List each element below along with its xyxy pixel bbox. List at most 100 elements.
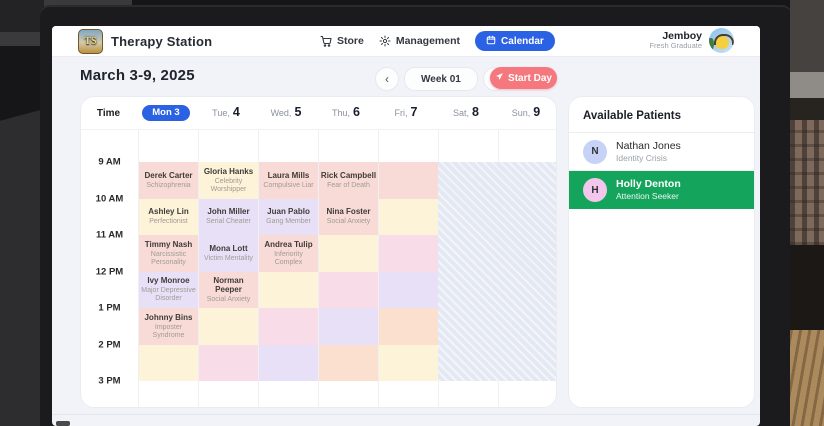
window-shadow (790, 98, 824, 120)
patient-name: Ashley Lin (148, 207, 188, 217)
day-header-mon[interactable]: Mon 3 (136, 105, 196, 121)
day-number: 9 (533, 105, 540, 119)
day-header-sat[interactable]: Sat,8 (436, 105, 496, 121)
appointment-slot[interactable]: Juan PabloGang Member (259, 199, 318, 236)
appointment-slot[interactable]: John MillerSerial Cheater (199, 199, 258, 236)
empty-slot[interactable] (379, 272, 438, 309)
patient-name: Nina Foster (326, 207, 370, 217)
active-day-pill[interactable]: Mon 3 (142, 105, 189, 121)
patient-name: Norman Peeper (200, 276, 257, 295)
patient-name: Johnny Bins (144, 313, 192, 323)
week-indicator[interactable]: Week 01 (404, 67, 478, 91)
patient-condition: Identity Crisis (616, 153, 681, 163)
day-number: 5 (294, 105, 301, 119)
empty-slot[interactable] (319, 345, 378, 382)
appointment-slot[interactable]: Ivy MonroeMajor Depressive Disorder (139, 272, 198, 309)
patient-condition: Celebrity Worshipper (200, 178, 257, 194)
nav-calendar-button[interactable]: Calendar (475, 31, 555, 51)
time-label: 2 PM (81, 339, 138, 350)
day-name: Thu, (332, 108, 350, 118)
nav-store[interactable]: Store (320, 35, 364, 47)
calendar-card: Time Mon 3Tue,4Wed,5Thu,6Fri,7Sat,8Sun,9… (80, 96, 557, 408)
calendar-icon (486, 35, 496, 48)
nav-management[interactable]: Management (379, 35, 460, 47)
available-patients-title: Available Patients (569, 97, 754, 133)
patient-name: Juan Pablo (267, 207, 310, 217)
patient-condition: Social Anxiety (207, 296, 251, 304)
empty-slot[interactable] (259, 308, 318, 345)
patient-info: Nathan JonesIdentity Crisis (616, 140, 681, 163)
user-profile[interactable]: Jemboy Fresh Graduate (649, 28, 734, 53)
brand: TS Therapy Station (78, 29, 212, 54)
patient-condition: Social Anxiety (327, 218, 371, 226)
patient-condition: Schizophrenia (146, 182, 190, 190)
appointment-slot[interactable]: Mona LottVictim Mentality (199, 235, 258, 272)
main-nav: Store Management Calenda (320, 26, 555, 56)
nav-store-label: Store (337, 35, 364, 47)
patient-avatar: H (583, 178, 607, 202)
appointment-slot[interactable]: Laura MillsCompulsive Liar (259, 162, 318, 199)
day-name: Sun, (512, 108, 531, 118)
empty-slot[interactable] (259, 272, 318, 309)
appointment-slot[interactable]: Norman PeeperSocial Anxiety (199, 272, 258, 309)
window-frame (790, 72, 824, 98)
empty-slot[interactable] (199, 308, 258, 345)
empty-slot[interactable] (259, 345, 318, 382)
appointment-slot[interactable]: Nina FosterSocial Anxiety (319, 199, 378, 236)
week-controls: ‹ Week 01 › (375, 67, 507, 91)
patient-list-item[interactable]: H Holly DentonAttention Seeker (569, 171, 754, 209)
empty-slot[interactable] (379, 345, 438, 382)
send-icon (495, 72, 504, 84)
empty-slot[interactable] (319, 308, 378, 345)
day-header-wed[interactable]: Wed,5 (256, 105, 316, 121)
user-avatar (709, 28, 734, 53)
day-number: 8 (472, 105, 479, 119)
patient-condition: Inferiority Complex (260, 251, 317, 267)
patient-name: Nathan Jones (616, 140, 681, 153)
top-bar: TS Therapy Station Store (52, 26, 760, 57)
day-number: 7 (411, 105, 418, 119)
day-name: Fri, (395, 108, 408, 118)
empty-slot[interactable] (319, 235, 378, 272)
user-role: Fresh Graduate (649, 42, 702, 51)
day-header-thu[interactable]: Thu,6 (316, 105, 376, 121)
patient-name: Rick Campbell (321, 171, 376, 181)
start-day-button[interactable]: Start Day (490, 67, 557, 89)
empty-slot[interactable] (379, 199, 438, 236)
day-name: Sat, (453, 108, 469, 118)
appointment-slot[interactable]: Andrea TulipInferiority Complex (259, 235, 318, 272)
nav-calendar-label: Calendar (501, 36, 544, 47)
day-name: Wed, (271, 108, 292, 118)
time-label: 11 AM (81, 230, 138, 241)
patient-condition: Compulsive Liar (263, 182, 313, 190)
app-logo-icon: TS (78, 29, 103, 54)
empty-slot[interactable] (379, 162, 438, 199)
empty-slot[interactable] (379, 308, 438, 345)
empty-slot[interactable] (319, 272, 378, 309)
room-wall-shadow (0, 0, 44, 32)
day-header-fri[interactable]: Fri,7 (376, 105, 436, 121)
app-title: Therapy Station (111, 34, 212, 49)
empty-slot[interactable] (199, 345, 258, 382)
patient-info: Holly DentonAttention Seeker (616, 178, 681, 201)
patient-condition: Narcissistic Personality (140, 251, 197, 267)
patient-condition: Imposter Syndrome (140, 324, 197, 340)
patient-list-item[interactable]: NNathan JonesIdentity Crisis (569, 133, 754, 171)
prev-week-button[interactable]: ‹ (375, 67, 399, 91)
empty-slot[interactable] (139, 345, 198, 382)
day-header-tue[interactable]: Tue,4 (196, 105, 256, 121)
user-info: Jemboy Fresh Graduate (649, 30, 702, 51)
appointment-slot[interactable]: Timmy NashNarcissistic Personality (139, 235, 198, 272)
patient-condition: Gang Member (266, 218, 311, 226)
patient-condition: Fear of Death (327, 182, 370, 190)
appointment-slot[interactable]: Gloria HanksCelebrity Worshipper (199, 162, 258, 199)
appointment-slot[interactable]: Derek CarterSchizophrenia (139, 162, 198, 199)
calendar-day-headers: Mon 3Tue,4Wed,5Thu,6Fri,7Sat,8Sun,9 (136, 105, 556, 121)
appointment-slot[interactable]: Johnny BinsImposter Syndrome (139, 308, 198, 345)
available-patients-panel: Available Patients NNathan JonesIdentity… (568, 96, 755, 408)
appointment-slot[interactable]: Rick CampbellFear of Death (319, 162, 378, 199)
day-header-sun[interactable]: Sun,9 (496, 105, 556, 121)
appointment-slot[interactable]: Ashley LinPerfectionist (139, 199, 198, 236)
empty-slot[interactable] (379, 235, 438, 272)
patient-name: John Miller (207, 207, 249, 217)
